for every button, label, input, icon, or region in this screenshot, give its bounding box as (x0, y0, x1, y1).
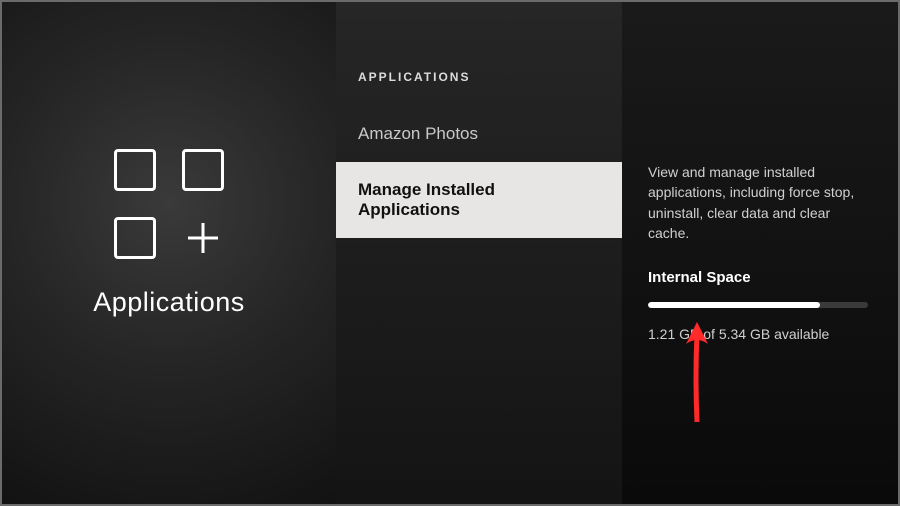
storage-progress-fill (648, 302, 820, 308)
settings-screen: Applications APPLICATIONS Amazon Photos … (0, 0, 900, 506)
storage-progress-bar (648, 302, 868, 308)
internal-space-heading: Internal Space (648, 269, 872, 286)
left-panel-title: Applications (93, 287, 245, 318)
detail-panel: View and manage installed applications, … (622, 2, 898, 504)
menu-panel: APPLICATIONS Amazon Photos Manage Instal… (336, 2, 622, 504)
menu-item-manage-installed-applications[interactable]: Manage Installed Applications (336, 162, 622, 238)
detail-description: View and manage installed applications, … (648, 162, 872, 243)
applications-icon (114, 149, 224, 259)
storage-available-text: 1.21 GB of 5.34 GB available (648, 326, 872, 342)
menu-item-amazon-photos[interactable]: Amazon Photos (336, 106, 622, 162)
left-panel: Applications (2, 2, 336, 504)
menu-section-header: APPLICATIONS (336, 62, 622, 106)
plus-icon (182, 217, 224, 259)
